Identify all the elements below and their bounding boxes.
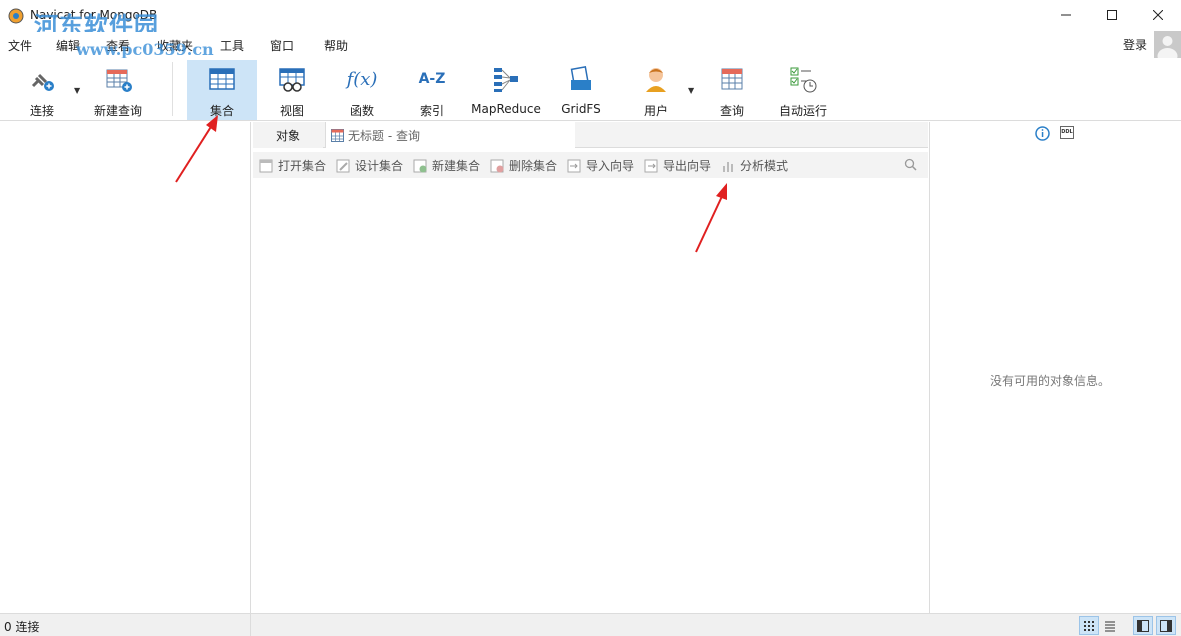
index-label: 索引: [419, 104, 444, 118]
tab-query-label: 无标题 - 查询: [348, 128, 420, 143]
user-icon: [641, 64, 671, 94]
new-query-label: 新建查询: [93, 104, 142, 118]
new-collection-button[interactable]: 新建集合: [413, 157, 480, 174]
object-panel: 对象 无标题 - 查询 打开集合 设计集合 新建集合 删除集合 导入向导 导出向…: [253, 122, 928, 613]
plug-icon: [27, 64, 57, 94]
annotation-arrow-collection: [175, 115, 218, 183]
new-query-button[interactable]: 新建查询: [90, 60, 146, 120]
grid-view-icon: [1084, 620, 1094, 631]
grid-view-button[interactable]: [1079, 616, 1099, 635]
open-collection-icon: [259, 159, 273, 172]
connection-count: 0 连接: [4, 620, 40, 634]
info-icon[interactable]: [1035, 126, 1050, 141]
import-wizard-icon: [567, 159, 581, 172]
status-bar: 0 连接: [0, 613, 1181, 636]
avatar[interactable]: [1154, 31, 1181, 58]
list-view-button[interactable]: [1100, 616, 1120, 635]
query-icon: [717, 64, 747, 94]
object-info-panel: DDL 没有可用的对象信息。: [929, 122, 1181, 613]
annotation-arrow-analyze: [695, 183, 727, 253]
tab-untitled-query[interactable]: 无标题 - 查询: [325, 122, 575, 148]
collection-icon: [207, 64, 237, 94]
gridfs-icon: [566, 64, 596, 94]
user-label: 用户: [643, 104, 668, 118]
function-icon: f(x): [346, 68, 378, 90]
minimize-icon: [1061, 14, 1071, 16]
mapreduce-label: MapReduce: [471, 102, 541, 116]
navicat-logo-icon: [8, 8, 24, 24]
toolbar-divider: [172, 62, 173, 116]
query-tab-icon: [331, 128, 344, 142]
search-icon[interactable]: [904, 158, 917, 171]
tab-objects-label: 对象: [275, 128, 300, 143]
index-icon: A-Z: [418, 71, 446, 87]
function-label: 函数: [349, 104, 374, 118]
info-tabs: DDL: [1035, 126, 1074, 141]
design-collection-button[interactable]: 设计集合: [336, 157, 403, 174]
user-avatar-icon: [1157, 36, 1178, 58]
tab-bar: 对象 无标题 - 查询: [253, 122, 928, 148]
connect-dropdown-icon[interactable]: ▼: [74, 86, 80, 95]
maximize-button[interactable]: [1089, 0, 1135, 30]
menu-file[interactable]: 文件: [8, 37, 32, 54]
status-divider: [250, 614, 251, 636]
design-collection-icon: [336, 159, 350, 172]
title-bar: Navicat for MongoDB 河东软件园: [0, 0, 1181, 40]
delete-collection-button[interactable]: 删除集合: [490, 157, 557, 174]
gridfs-label: GridFS: [561, 102, 601, 116]
query-label: 查询: [719, 104, 744, 118]
mapreduce-icon: [491, 64, 521, 94]
automation-button[interactable]: 自动运行: [772, 60, 834, 120]
close-icon: [1153, 10, 1163, 20]
open-collection-label: 打开集合: [278, 159, 327, 173]
menu-tools[interactable]: 工具: [220, 37, 244, 54]
ddl-icon[interactable]: DDL: [1060, 126, 1074, 139]
function-button[interactable]: f(x) 函数: [332, 60, 392, 120]
query-button[interactable]: 查询: [706, 60, 758, 120]
export-wizard-button[interactable]: 导出向导: [644, 157, 711, 174]
mapreduce-button[interactable]: MapReduce: [468, 60, 544, 120]
no-object-info-text: 没有可用的对象信息。: [990, 374, 1111, 388]
toggle-right-pane-button[interactable]: [1156, 616, 1176, 635]
open-collection-button[interactable]: 打开集合: [259, 157, 326, 174]
delete-collection-label: 删除集合: [509, 159, 558, 173]
object-toolbar: 打开集合 设计集合 新建集合 删除集合 导入向导 导出向导 分析模式: [253, 152, 928, 178]
export-wizard-icon: [644, 159, 658, 172]
index-button[interactable]: A-Z 索引: [402, 60, 462, 120]
view-label: 视图: [279, 104, 304, 118]
new-collection-label: 新建集合: [432, 159, 481, 173]
user-button[interactable]: 用户: [630, 60, 682, 120]
watermark-url: www.pc0359.cn: [76, 40, 214, 59]
import-wizard-button[interactable]: 导入向导: [567, 157, 634, 174]
connect-label: 连接: [29, 104, 54, 118]
analyze-schema-button[interactable]: 分析模式: [721, 157, 788, 174]
view-icon: [277, 64, 307, 94]
maximize-icon: [1107, 10, 1117, 20]
tab-objects[interactable]: 对象: [253, 122, 323, 148]
table-add-icon: [103, 64, 133, 94]
automation-label: 自动运行: [778, 104, 827, 118]
menu-help[interactable]: 帮助: [324, 37, 348, 54]
import-wizard-label: 导入向导: [586, 159, 635, 173]
analyze-schema-label: 分析模式: [740, 159, 789, 173]
minimize-button[interactable]: [1043, 0, 1089, 30]
toggle-left-pane-button[interactable]: [1133, 616, 1153, 635]
left-pane-icon: [1137, 619, 1149, 632]
view-button[interactable]: 视图: [262, 60, 322, 120]
new-collection-icon: [413, 159, 427, 172]
menu-window[interactable]: 窗口: [270, 37, 294, 54]
user-dropdown-icon[interactable]: ▼: [688, 86, 694, 95]
gridfs-button[interactable]: GridFS: [554, 60, 608, 120]
right-pane-icon: [1160, 619, 1172, 632]
automation-icon: [788, 64, 818, 94]
delete-collection-icon: [490, 159, 504, 172]
export-wizard-label: 导出向导: [663, 159, 712, 173]
design-collection-label: 设计集合: [355, 159, 404, 173]
close-button[interactable]: [1135, 0, 1181, 30]
connect-button[interactable]: 连接: [14, 60, 70, 120]
login-link[interactable]: 登录: [1123, 36, 1147, 53]
bar-chart-icon: [723, 161, 733, 172]
list-view-icon: [1105, 621, 1115, 631]
connection-tree-panel[interactable]: [0, 122, 251, 613]
